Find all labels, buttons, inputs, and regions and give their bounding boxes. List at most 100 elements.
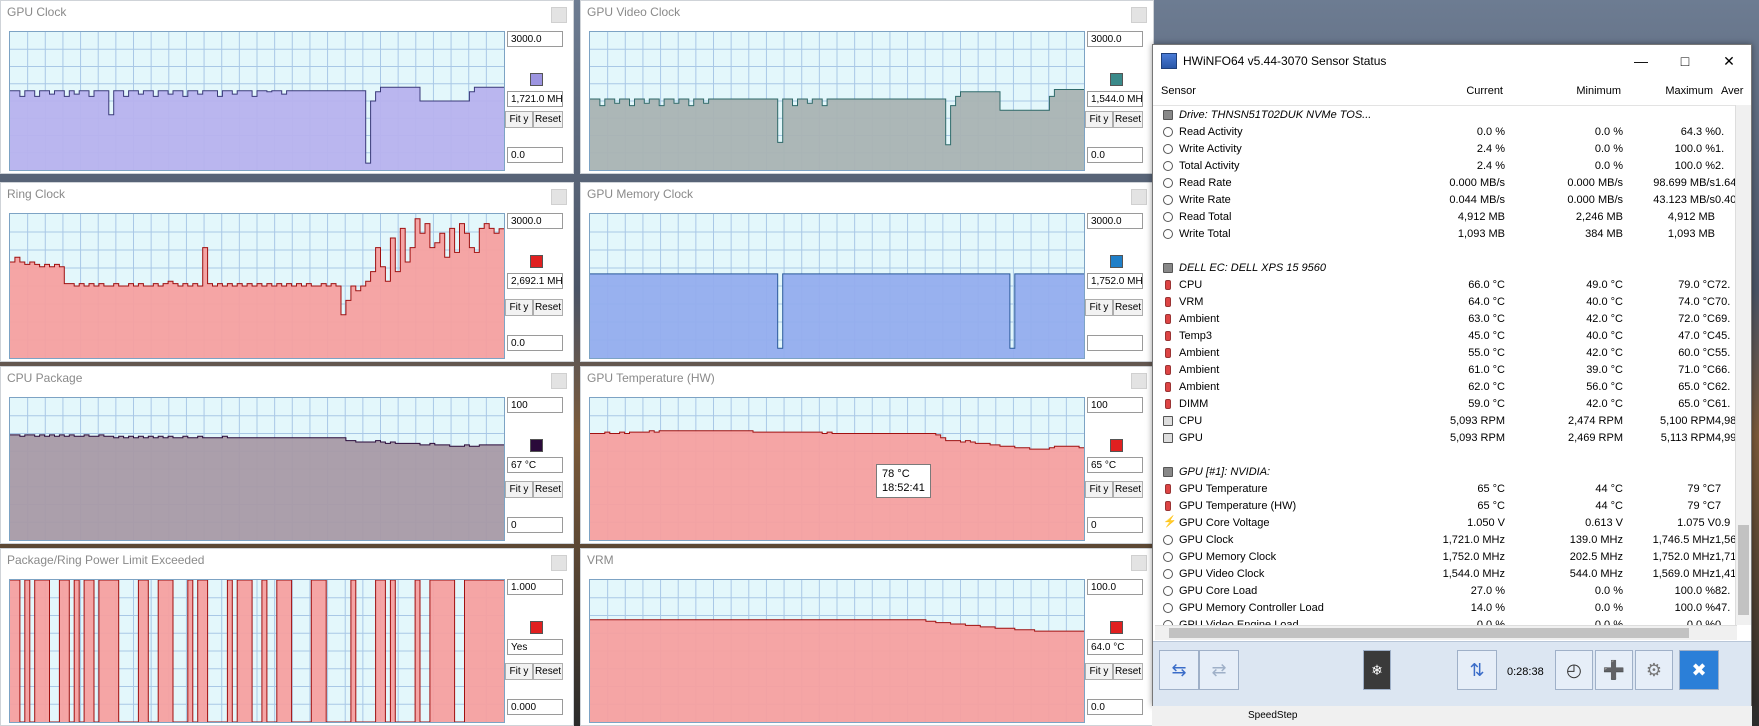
fit-y-button[interactable]: Fit y — [505, 111, 533, 128]
fit-y-button[interactable]: Fit y — [1085, 663, 1113, 680]
sensor-row[interactable]: GPU Video Engine Load 0.0 % 0.0 % 0.0 % 0. — [1155, 617, 1737, 625]
sensor-row[interactable]: Read Total 4,912 MB 2,246 MB 4,912 MB — [1155, 209, 1737, 225]
sensor-row[interactable]: DIMM 59.0 °C 42.0 °C 65.0 °C 61. — [1155, 396, 1737, 412]
graph-close-icon[interactable] — [1131, 189, 1147, 205]
y-min-input[interactable]: 0 — [1087, 517, 1143, 533]
current-value-box[interactable]: 1,721.0 MHz — [507, 91, 563, 107]
y-min-input[interactable]: 0.0 — [507, 335, 563, 351]
reset-button[interactable]: Reset — [533, 663, 563, 680]
y-max-input[interactable]: 1.000 — [507, 579, 563, 595]
column-minimum[interactable]: Minimum — [1527, 85, 1621, 97]
reset-button[interactable]: Reset — [1113, 299, 1143, 316]
sensor-row[interactable]: Ambient 61.0 °C 39.0 °C 71.0 °C 66. — [1155, 362, 1737, 378]
sensor-row[interactable]: CPU 66.0 °C 49.0 °C 79.0 °C 72. — [1155, 277, 1737, 293]
graph-close-icon[interactable] — [551, 189, 567, 205]
y-min-input[interactable]: 0 — [507, 517, 563, 533]
fit-y-button[interactable]: Fit y — [505, 299, 533, 316]
y-min-input[interactable]: 0.000 — [507, 699, 563, 715]
sensor-row[interactable]: Write Total 1,093 MB 384 MB 1,093 MB — [1155, 226, 1737, 242]
column-current[interactable]: Current — [1411, 85, 1503, 97]
sensor-row[interactable]: Write Rate 0.044 MB/s 0.000 MB/s 43.123 MB/… — [1155, 192, 1737, 208]
sensor-row[interactable]: Write Activity 2.4 % 0.0 % 100.0 % 1. — [1155, 141, 1737, 157]
y-min-input[interactable]: 0.0 — [1087, 699, 1143, 715]
sensor-row[interactable]: CPU 5,093 RPM 2,474 RPM 5,100 RPM4,985 — [1155, 413, 1737, 429]
y-max-input[interactable]: 3000.0 — [1087, 213, 1143, 229]
sensor-row[interactable]: Read Rate 0.000 MB/s 0.000 MB/s 98.699 MB/s… — [1155, 175, 1737, 191]
y-max-input[interactable]: 100.0 — [1087, 579, 1143, 595]
graph-close-icon[interactable] — [551, 555, 567, 571]
layout-arrows-icon[interactable]: ⇄ — [1199, 650, 1239, 690]
minimize-icon[interactable]: — — [1619, 45, 1663, 77]
current-value-box[interactable]: 67 °C — [507, 457, 563, 473]
y-max-input[interactable]: 3000.0 — [507, 31, 563, 47]
column-sensor[interactable]: Sensor — [1161, 85, 1196, 97]
y-max-input[interactable]: 3000.0 — [1087, 31, 1143, 47]
y-max-input[interactable]: 3000.0 — [507, 213, 563, 229]
fit-y-button[interactable]: Fit y — [505, 663, 533, 680]
sensor-row[interactable]: GPU Clock 1,721.0 MHz 139.0 MHz 1,746.5 MHz… — [1155, 532, 1737, 548]
prev-next-arrows-icon[interactable]: ⇆ — [1159, 650, 1199, 690]
sensor-row[interactable]: GPU Temperature (HW) 65 °C 44 °C 79 °C 7 — [1155, 498, 1737, 514]
horizontal-scroll-thumb[interactable] — [1169, 628, 1689, 638]
graph-plot[interactable] — [9, 397, 505, 541]
fit-y-button[interactable]: Fit y — [1085, 111, 1113, 128]
sensor-row[interactable]: ⚡ GPU Core Voltage 1.050 V 0.613 V 1.075 V 0.… — [1155, 515, 1737, 531]
reset-button[interactable]: Reset — [533, 299, 563, 316]
graph-close-icon[interactable] — [1131, 373, 1147, 389]
sensor-row[interactable]: Ambient 62.0 °C 56.0 °C 65.0 °C 62. — [1155, 379, 1737, 395]
graph-plot[interactable] — [9, 579, 505, 723]
sensor-row[interactable]: Ambient 55.0 °C 42.0 °C 60.0 °C 55. — [1155, 345, 1737, 361]
clock-icon[interactable]: ◴ — [1555, 650, 1593, 690]
sensor-row[interactable]: GPU Core Load 27.0 % 0.0 % 100.0 % 82. — [1155, 583, 1737, 599]
close-icon[interactable]: ✕ — [1707, 45, 1751, 77]
current-value-box[interactable]: 1,544.0 MHz — [1087, 91, 1143, 107]
graph-close-icon[interactable] — [1131, 7, 1147, 23]
reset-button[interactable]: Reset — [533, 111, 563, 128]
graph-plot[interactable] — [589, 213, 1085, 359]
exit-icon[interactable]: ✖ — [1679, 650, 1719, 690]
sensor-group-row[interactable]: Drive: THNSN51T02DUK NVMe TOS... — [1155, 107, 1737, 123]
sensor-row[interactable]: GPU Video Clock 1,544.0 MHz 544.0 MHz 1,569… — [1155, 566, 1737, 582]
graph-close-icon[interactable] — [551, 7, 567, 23]
report-add-icon[interactable]: ➕ — [1595, 650, 1633, 690]
sensor-group-row[interactable]: DELL EC: DELL XPS 15 9560 — [1155, 260, 1737, 276]
vertical-scrollbar[interactable] — [1735, 105, 1751, 625]
reset-button[interactable]: Reset — [1113, 481, 1143, 498]
graph-plot[interactable] — [589, 397, 1085, 541]
sensor-row[interactable]: GPU Memory Clock 1,752.0 MHz 202.5 MHz 1,75… — [1155, 549, 1737, 565]
reset-button[interactable]: Reset — [1113, 111, 1143, 128]
y-max-input[interactable]: 100 — [507, 397, 563, 413]
sensor-row[interactable]: Temp3 45.0 °C 40.0 °C 47.0 °C 45. — [1155, 328, 1737, 344]
sensor-row[interactable]: Ambient 63.0 °C 42.0 °C 72.0 °C 69. — [1155, 311, 1737, 327]
maximize-icon[interactable]: □ — [1663, 45, 1707, 77]
y-max-input[interactable]: 100 — [1087, 397, 1143, 413]
sensor-row[interactable]: VRM 64.0 °C 40.0 °C 74.0 °C 70. — [1155, 294, 1737, 310]
graph-plot[interactable] — [589, 31, 1085, 171]
current-value-box[interactable]: 64.0 °C — [1087, 639, 1143, 655]
column-maximum[interactable]: Maximum — [1641, 85, 1713, 97]
network-icon[interactable]: ⇅ — [1457, 650, 1497, 690]
current-value-box[interactable]: 1,752.0 MHz — [1087, 273, 1143, 289]
graph-close-icon[interactable] — [551, 373, 567, 389]
column-average[interactable]: Aver — [1721, 85, 1743, 97]
sensor-group-row[interactable]: GPU [#1]: NVIDIA: — [1155, 464, 1737, 480]
fit-y-button[interactable]: Fit y — [505, 481, 533, 498]
sensor-row[interactable]: Total Activity 2.4 % 0.0 % 100.0 % 2. — [1155, 158, 1737, 174]
horizontal-scrollbar[interactable] — [1155, 625, 1737, 640]
graph-plot[interactable] — [589, 579, 1085, 723]
current-value-box[interactable]: 2,692.1 MHz — [507, 273, 563, 289]
sensor-row[interactable]: GPU 5,093 RPM 2,469 RPM 5,113 RPM4,993 — [1155, 430, 1737, 446]
graph-close-icon[interactable] — [1131, 555, 1147, 571]
y-min-input[interactable] — [1087, 335, 1143, 351]
sensor-row[interactable]: GPU Memory Controller Load 14.0 % 0.0 % 100… — [1155, 600, 1737, 616]
gear-icon[interactable]: ⚙ — [1635, 650, 1673, 690]
current-value-box[interactable]: 65 °C — [1087, 457, 1143, 473]
snowflake-icon[interactable]: ❄ — [1363, 650, 1391, 690]
fit-y-button[interactable]: Fit y — [1085, 299, 1113, 316]
y-min-input[interactable]: 0.0 — [1087, 147, 1143, 163]
reset-button[interactable]: Reset — [533, 481, 563, 498]
y-min-input[interactable]: 0.0 — [507, 147, 563, 163]
reset-button[interactable]: Reset — [1113, 663, 1143, 680]
graph-plot[interactable] — [9, 31, 505, 171]
fit-y-button[interactable]: Fit y — [1085, 481, 1113, 498]
